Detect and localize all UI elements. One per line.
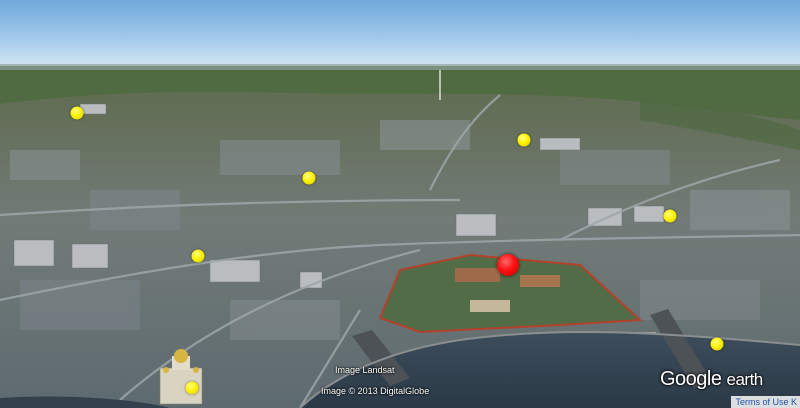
imagery-credit-digitalglobe: Image © 2013 DigitalGlobe — [321, 386, 430, 396]
terms-bar: Terms of Use K — [731, 396, 800, 408]
imagery-credit-landsat: Image Landsat — [335, 365, 395, 375]
google-earth-logo: Google earth — [660, 368, 763, 391]
aerial-imagery — [0, 0, 800, 408]
logo-word-earth: earth — [726, 370, 764, 389]
marker-yellow-6[interactable] — [710, 337, 724, 351]
marker-yellow-1[interactable] — [70, 106, 84, 120]
marker-yellow-4[interactable] — [663, 209, 677, 223]
sky — [0, 0, 800, 70]
marker-yellow-2[interactable] — [517, 133, 531, 147]
marker-red-center[interactable] — [497, 254, 519, 276]
map-viewport[interactable]: Image Landsat Image © 2013 DigitalGlobe … — [0, 0, 800, 408]
terms-of-use-link[interactable]: Terms of Use — [735, 397, 788, 407]
marker-yellow-7[interactable] — [185, 381, 199, 395]
marker-yellow-3[interactable] — [302, 171, 316, 185]
logo-word-google: Google — [660, 368, 722, 390]
terms-suffix: K — [790, 397, 797, 407]
marker-yellow-5[interactable] — [191, 249, 205, 263]
